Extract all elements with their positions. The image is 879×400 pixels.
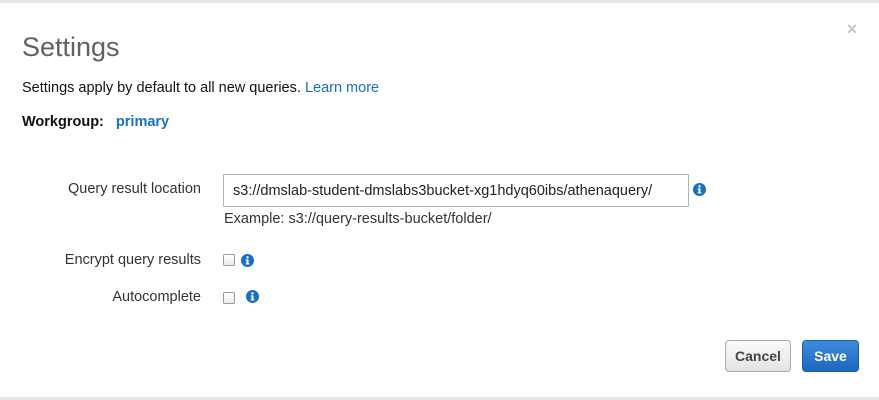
learn-more-link[interactable]: Learn more [305,80,379,96]
workgroup-link[interactable]: primary [116,114,169,130]
settings-dialog: × Settings Settings apply by default to … [0,3,879,397]
close-icon[interactable]: × [845,20,859,38]
info-icon[interactable] [241,254,254,267]
query-result-location-label: Query result location [68,181,201,197]
info-icon[interactable] [246,290,259,303]
workgroup-row: Workgroup: primary [22,112,169,132]
cancel-button[interactable]: Cancel [725,340,791,372]
query-result-location-hint: Example: s3://query-results-bucket/folde… [224,211,492,227]
description-text: Settings apply by default to all new que… [22,80,301,96]
encrypt-query-results-label: Encrypt query results [64,252,201,268]
settings-description: Settings apply by default to all new que… [22,78,379,98]
info-icon[interactable] [693,183,706,196]
autocomplete-label: Autocomplete [112,289,201,305]
save-button[interactable]: Save [802,340,859,372]
query-result-location-input[interactable] [223,174,689,207]
encrypt-query-results-checkbox[interactable] [223,254,235,266]
autocomplete-checkbox[interactable] [223,292,235,304]
dialog-title: Settings [22,32,120,62]
workgroup-label: Workgroup: [22,114,104,130]
